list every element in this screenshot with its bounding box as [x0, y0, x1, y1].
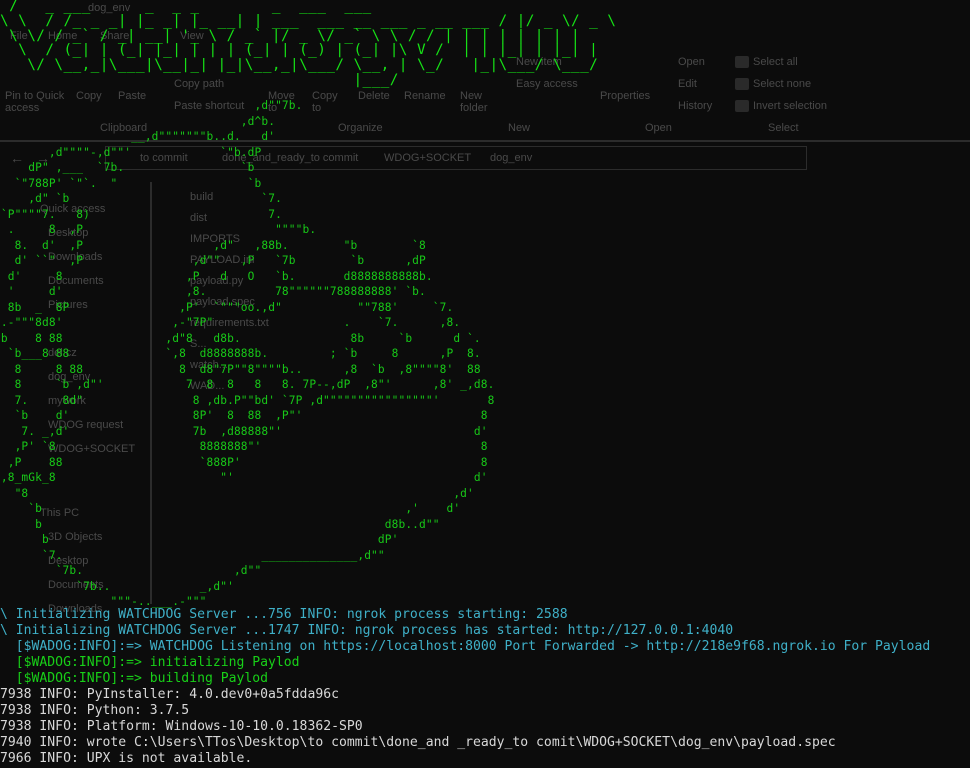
log-line: [$WADOG:INFO]:=> building Paylod	[0, 671, 269, 686]
group-select: Select	[768, 122, 799, 134]
ascii-dog-art: ,d""7b. ,d^b. __,d"""""""b..d. d' ,d""""…	[0, 99, 495, 608]
group-open: Open	[645, 122, 672, 134]
select-all-button[interactable]: Select all	[753, 56, 798, 68]
breadcrumb-dog-env[interactable]: dog_env	[490, 152, 532, 164]
history-button[interactable]: History	[678, 100, 712, 112]
log-line: [$WADOG:INFO]:=> initializing Paylod	[0, 655, 300, 670]
log-line: 7938 INFO: Python: 3.7.5	[0, 703, 190, 718]
properties-button[interactable]: Properties	[600, 90, 650, 102]
watchdog-banner: / _ ___ _ _ _ _ ___ ___ \ \ / /_ _ _| |_…	[0, 0, 617, 88]
select-none-icon	[735, 78, 749, 90]
open-button[interactable]: Open	[678, 56, 705, 68]
log-line: 7966 INFO: UPX is not available.	[0, 751, 253, 766]
log-line: 7940 INFO: wrote C:\Users\TTos\Desktop\t…	[0, 735, 836, 750]
group-new: New	[508, 122, 531, 134]
log-line: \ Initializing WATCHDOG Server ...756 IN…	[0, 607, 568, 622]
invert-selection-button[interactable]: Invert selection	[753, 100, 827, 112]
log-line: 7938 INFO: PyInstaller: 4.0.dev0+0a5fdda…	[0, 687, 339, 702]
console-log: \ Initializing WATCHDOG Server ...756 IN…	[0, 607, 970, 767]
log-line: \ Initializing WATCHDOG Server ...1747 I…	[0, 623, 734, 638]
invert-selection-icon	[735, 100, 749, 112]
select-all-icon	[735, 56, 749, 68]
select-none-button[interactable]: Select none	[753, 78, 811, 90]
edit-button[interactable]: Edit	[678, 78, 697, 90]
log-line: 7938 INFO: Platform: Windows-10-10.0.183…	[0, 719, 363, 734]
log-line: [$WADOG:INFO]:=> WATCHDOG Listening on h…	[0, 639, 931, 654]
